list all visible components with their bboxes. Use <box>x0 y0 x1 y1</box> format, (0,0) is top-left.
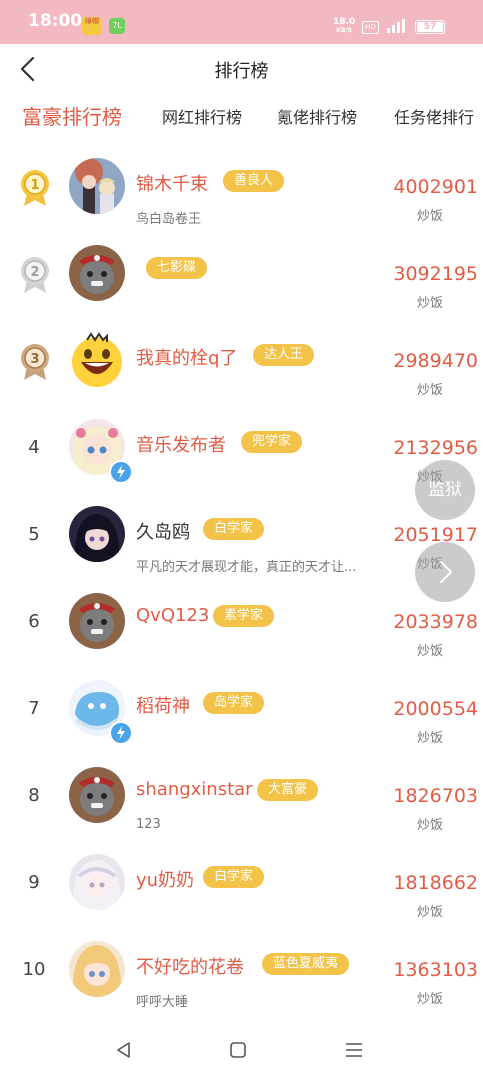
user-signature: 鸟白岛卷王 <box>136 212 202 227</box>
rank-number: 7 <box>28 698 40 719</box>
status-bar: 18:00 綠帽 7L 18.0 KB/S HD 57 <box>0 0 483 44</box>
hd-icon: HD <box>362 21 379 34</box>
list-item[interactable]: 6 QvQ123 素学家 2033978 炒饭 <box>0 578 483 665</box>
tab-task[interactable]: 任务佬排行 <box>394 104 474 128</box>
rank-number: 5 <box>28 524 40 545</box>
title-badge: 白学家 <box>203 866 265 888</box>
rank-amount: 2051917 <box>393 524 478 546</box>
list-item[interactable]: 8 shangxinstar 大富豪 123 1826703 炒饭 <box>0 752 483 839</box>
avatar[interactable] <box>69 941 125 997</box>
list-item[interactable]: 9 yu奶奶 白学家 1818662 炒饭 <box>0 839 483 926</box>
user-name[interactable]: shangxinstar <box>136 779 253 800</box>
title-badge: 七影碟 <box>146 257 208 279</box>
list-item[interactable]: 3 我真的栓q了 达人王 2989470 炒饭 <box>0 317 483 404</box>
amount-unit: 炒饭 <box>416 209 443 224</box>
rank-number: 6 <box>28 611 40 632</box>
rank-number: 4 <box>28 437 40 458</box>
tab-spender[interactable]: 氪佬排行榜 <box>277 104 357 128</box>
network-speed: 18.0 KB/S <box>333 17 356 35</box>
page-title: 排行榜 <box>214 61 269 82</box>
list-item[interactable]: 5 久岛鸥 白学家 平凡的天才展现才能，真正的天才让... 2051917 炒饭 <box>0 491 483 578</box>
notification-app-icon: 綠帽 <box>82 17 102 35</box>
rank-amount: 1826703 <box>393 785 478 807</box>
amount-unit: 炒饭 <box>416 296 443 311</box>
amount-unit: 炒饭 <box>416 383 443 398</box>
avatar[interactable] <box>69 767 125 823</box>
rank-number: 10 <box>22 959 46 980</box>
amount-unit: 炒饭 <box>416 992 443 1007</box>
next-button[interactable] <box>415 542 475 602</box>
user-signature: 平凡的天才展现才能，真正的天才让... <box>136 560 357 575</box>
bronze-medal-icon: 3 <box>18 341 52 381</box>
rank-amount: 2033978 <box>393 611 478 633</box>
title-badge: 兜学家 <box>241 431 303 453</box>
rank-amount: 2000554 <box>393 698 478 720</box>
user-name[interactable]: 稻荷神 <box>136 692 190 718</box>
user-name[interactable]: QvQ123 <box>136 605 209 626</box>
amount-unit: 炒饭 <box>416 731 443 746</box>
silver-medal-icon: 2 <box>18 254 52 294</box>
user-name[interactable]: yu奶奶 <box>136 866 194 892</box>
verified-lightning-icon <box>109 721 133 745</box>
list-item[interactable]: 2 七影碟 3092195 炒饭 <box>0 230 483 317</box>
status-time: 18:00 <box>28 11 83 31</box>
gold-medal-icon: 1 <box>18 167 52 207</box>
amount-unit: 炒饭 <box>416 818 443 833</box>
jail-button[interactable]: 监狱 <box>415 460 475 520</box>
avatar[interactable] <box>69 332 125 388</box>
verified-lightning-icon <box>109 460 133 484</box>
title-badge: 善良人 <box>223 170 285 192</box>
tab-influencer[interactable]: 网红排行榜 <box>162 104 242 128</box>
title-badge: 蓝色夏威夷 <box>262 953 350 975</box>
avatar[interactable] <box>69 854 125 910</box>
avatar[interactable] <box>69 593 125 649</box>
chevron-right-icon <box>415 557 475 587</box>
title-badge: 素学家 <box>213 605 275 627</box>
rank-amount: 4002901 <box>393 176 478 198</box>
title-badge: 岛学家 <box>203 692 265 714</box>
list-item[interactable]: 1 锦木千束 善良人 鸟白岛卷王 4002901 炒饭 <box>0 143 483 230</box>
title-badge: 大富豪 <box>257 779 319 801</box>
rank-amount: 2989470 <box>393 350 478 372</box>
rank-amount: 1363103 <box>393 959 478 981</box>
svg-text:3: 3 <box>30 352 39 367</box>
avatar[interactable] <box>69 245 125 301</box>
title-badge: 达人王 <box>253 344 315 366</box>
amount-unit: 炒饭 <box>416 905 443 920</box>
user-signature: 呼呼大睡 <box>136 995 189 1010</box>
nav-back-icon[interactable] <box>112 1038 136 1062</box>
rank-number: 9 <box>28 872 40 893</box>
rank-number: 8 <box>28 785 40 806</box>
title-badge: 白学家 <box>203 518 265 540</box>
user-name[interactable]: 音乐发布者 <box>136 431 226 457</box>
rank-amount: 3092195 <box>393 263 478 285</box>
tab-bar: 富豪排行榜 网红排行榜 氪佬排行榜 任务佬排行 <box>0 94 483 138</box>
battery-icon: 57 <box>415 20 445 34</box>
list-item[interactable]: 7 稻荷神 岛学家 2000554 炒饭 <box>0 665 483 752</box>
rank-amount: 1818662 <box>393 872 478 894</box>
nav-home-icon[interactable] <box>226 1038 250 1062</box>
svg-text:1: 1 <box>30 178 39 193</box>
signal-icon <box>387 19 407 33</box>
rank-amount: 2132956 <box>393 437 478 459</box>
user-signature: 123 <box>136 817 161 832</box>
user-name[interactable]: 不好吃的花卷 <box>136 953 244 979</box>
user-name[interactable]: 锦木千束 <box>136 170 208 196</box>
tab-rich[interactable]: 富豪排行榜 <box>22 101 122 130</box>
list-item[interactable]: 10 不好吃的花卷 蓝色夏威夷 呼呼大睡 1363103 炒饭 <box>0 926 483 1013</box>
notification-app-icon-2: 7L <box>109 18 125 34</box>
system-nav-bar <box>0 1020 483 1080</box>
avatar[interactable] <box>69 506 125 562</box>
svg-text:2: 2 <box>30 265 39 280</box>
user-name[interactable]: 久岛鸥 <box>136 518 190 544</box>
nav-menu-icon[interactable] <box>342 1038 366 1062</box>
amount-unit: 炒饭 <box>416 644 443 659</box>
header: 排行榜 <box>0 44 483 94</box>
list-item[interactable]: 4 音乐发布者 兜学家 2132956 炒饭 <box>0 404 483 491</box>
user-name[interactable]: 我真的栓q了 <box>136 344 237 370</box>
avatar[interactable] <box>69 158 125 214</box>
